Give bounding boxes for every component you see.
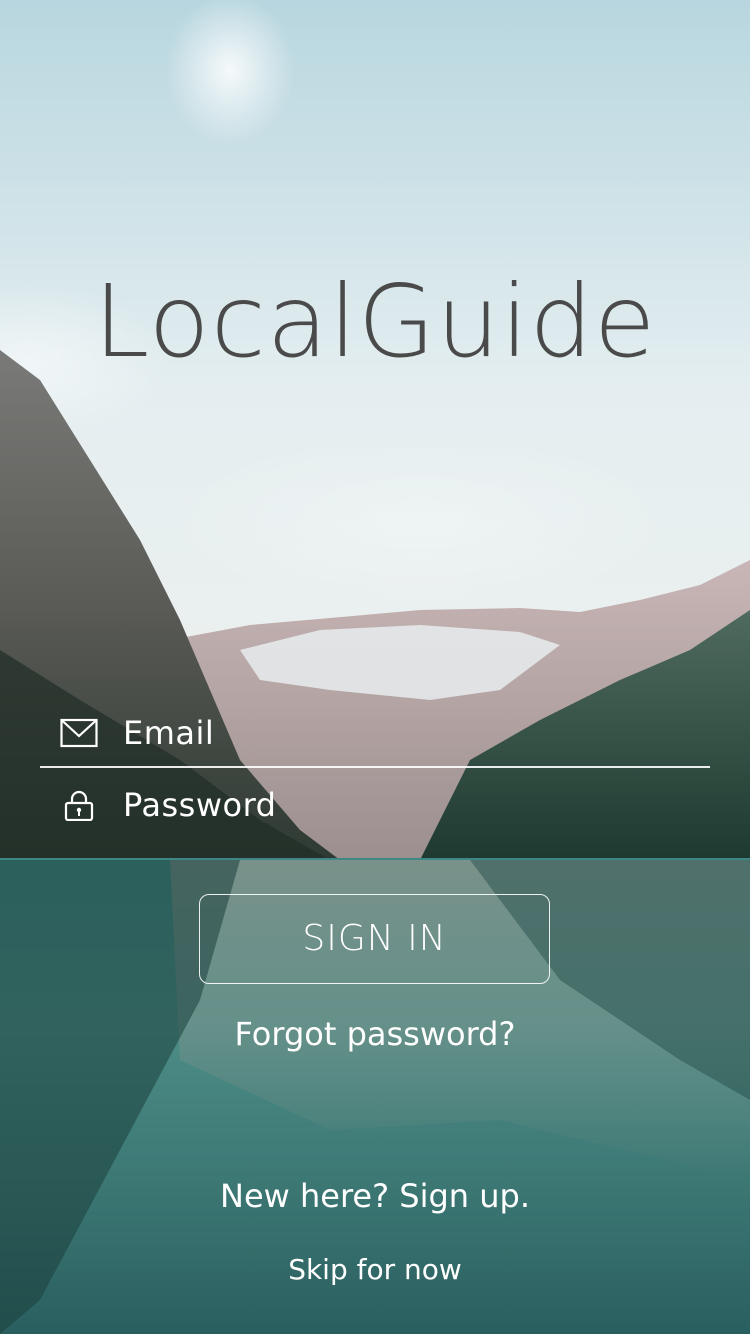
lock-icon — [60, 789, 98, 822]
password-field[interactable]: Password — [40, 770, 710, 840]
app-title: LocalGuide — [93, 263, 657, 380]
skip-for-now-link[interactable]: Skip for now — [0, 1250, 750, 1290]
background-landscape-image — [0, 0, 750, 1334]
sign-in-button[interactable]: SIGN IN — [199, 894, 550, 984]
sign-up-link[interactable]: New here? Sign up. — [0, 1174, 750, 1218]
login-screen: LocalGuide Email Password SIGN IN Forgot… — [0, 0, 750, 1334]
field-divider — [40, 766, 710, 768]
forgot-password-link[interactable]: Forgot password? — [0, 1012, 750, 1056]
email-field[interactable]: Email — [40, 698, 710, 768]
envelope-icon — [60, 717, 98, 749]
password-placeholder: Password — [123, 786, 277, 824]
email-placeholder: Email — [123, 714, 215, 752]
